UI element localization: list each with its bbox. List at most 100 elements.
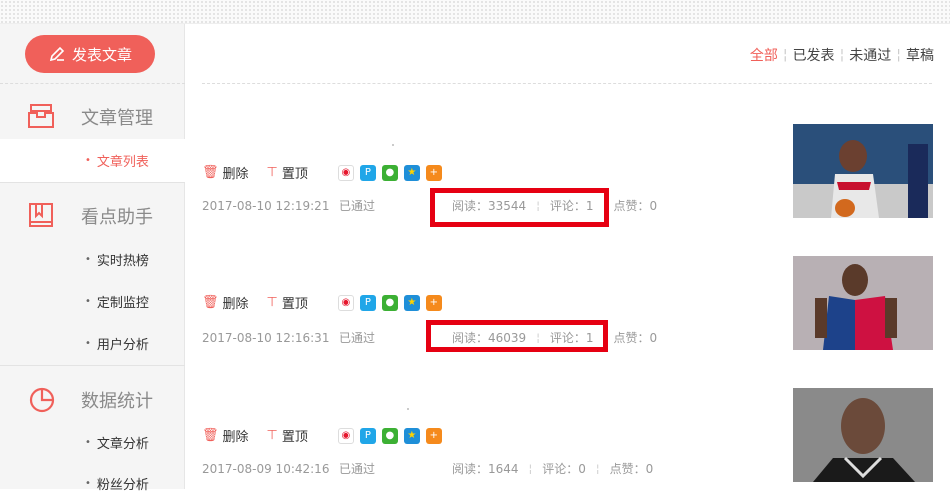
- section-title: 看点助手: [81, 207, 153, 228]
- article-date: 2017-08-10 12:19:21: [202, 198, 330, 213]
- article-actions: 🗑 删除 ⊤ 置顶 ◉ P ● ★ +: [202, 426, 448, 445]
- qq-icon[interactable]: ★: [403, 164, 420, 181]
- edit-pencil-icon: [49, 46, 65, 62]
- article-row: 🗑 删除 ⊤ 置顶 ◉ P ● ★ + 2017-08-09 10:42:16 …: [202, 388, 942, 500]
- share-icons: ◉ P ● ★ +: [337, 427, 448, 444]
- tab-draft[interactable]: 草稿: [906, 45, 934, 65]
- delete-label: 删除: [222, 167, 249, 182]
- article-meta: 2017-08-09 10:42:16 已通过 阅读：1644 ¦ 评论：0 ¦…: [202, 460, 653, 477]
- wechat-icon[interactable]: ●: [381, 294, 398, 311]
- weibo-icon[interactable]: ◉: [337, 427, 354, 444]
- section-title: 文章管理: [81, 108, 153, 129]
- inbox-icon: [28, 104, 54, 128]
- qq-zone-icon[interactable]: P: [359, 164, 376, 181]
- pin-button[interactable]: ⊤ 置顶: [267, 293, 308, 312]
- delete-button[interactable]: 🗑 删除: [202, 426, 249, 445]
- tab-separator: ¦: [896, 47, 901, 63]
- divider: [0, 182, 185, 183]
- separator-dot: [407, 408, 409, 410]
- pin-button[interactable]: ⊤ 置顶: [267, 163, 308, 182]
- sidebar-item-label: 文章列表: [96, 155, 149, 170]
- divider: [0, 83, 185, 84]
- read-count: 阅读：1644: [452, 462, 519, 476]
- article-row: 🗑 删除 ⊤ 置顶 ◉ P ● ★ + 2017-08-10 12:16:31 …: [202, 256, 942, 368]
- qq-icon[interactable]: ★: [403, 427, 420, 444]
- highlight-box: [430, 188, 609, 227]
- stat-separator: ¦: [528, 462, 533, 475]
- plus-icon[interactable]: +: [425, 294, 442, 311]
- tab-separator: ¦: [839, 47, 845, 63]
- article-thumbnail[interactable]: [793, 256, 933, 350]
- sidebar-item-label: 用户分析: [96, 337, 149, 353]
- sidebar-item-custom-monitor[interactable]: 定制监控: [0, 286, 185, 316]
- highlight-box: [426, 320, 608, 352]
- article-thumbnail[interactable]: [793, 388, 933, 482]
- sidebar-item-article-analysis[interactable]: 文章分析: [0, 427, 185, 457]
- sidebar-item-fan-analysis[interactable]: 粉丝分析: [0, 468, 185, 498]
- pin-label: 置顶: [281, 430, 308, 445]
- pin-top-icon: ⊤: [266, 295, 278, 310]
- plus-icon[interactable]: +: [425, 164, 442, 181]
- sidebar-item-hot-list[interactable]: 实时热榜: [0, 244, 185, 274]
- sidebar-item-label: 实时热榜: [96, 253, 149, 269]
- pin-top-icon: ⊤: [266, 165, 278, 180]
- sidebar-item-label: 文章分析: [96, 436, 149, 452]
- status-filter-tabs: 全部 ¦ 已发表 ¦ 未通过 ¦ 草稿: [750, 45, 934, 65]
- section-data-statistics[interactable]: 数据统计: [0, 380, 185, 420]
- weibo-icon[interactable]: ◉: [337, 294, 354, 311]
- wechat-icon[interactable]: ●: [381, 164, 398, 181]
- sidebar-item-article-list[interactable]: 文章列表: [0, 139, 185, 182]
- tab-published[interactable]: 已发表: [793, 45, 835, 65]
- sidebar: 发表文章 文章管理 文章列表 看点助手 实时热榜 定制监控 用户分析: [0, 24, 185, 493]
- article-date: 2017-08-09 10:42:16: [202, 461, 330, 476]
- pie-chart-icon: [29, 387, 55, 413]
- delete-label: 删除: [222, 297, 249, 312]
- tab-all[interactable]: 全部: [750, 45, 778, 65]
- tab-rejected[interactable]: 未通过: [849, 45, 891, 65]
- like-count: 点赞：0: [613, 199, 658, 213]
- comment-count: 评论：0: [542, 462, 586, 476]
- article-thumbnail[interactable]: [793, 124, 933, 218]
- sidebar-item-label: 粉丝分析: [96, 477, 149, 493]
- book-icon: [29, 203, 53, 227]
- top-dotted-banner: [0, 0, 950, 24]
- trash-icon: 🗑: [202, 428, 219, 443]
- article-status: 已通过: [339, 462, 376, 476]
- article-row: 🗑 删除 ⊤ 置顶 ◉ P ● ★ + 2017-08-10 12:19:21 …: [202, 124, 942, 236]
- pin-label: 置顶: [281, 167, 308, 182]
- sidebar-item-label: 定制监控: [96, 295, 149, 311]
- share-icons: ◉ P ● ★ +: [337, 164, 448, 181]
- publish-label: 发表文章: [71, 45, 132, 64]
- trash-icon: 🗑: [202, 295, 219, 310]
- publish-article-button[interactable]: 发表文章: [25, 35, 155, 73]
- section-article-management[interactable]: 文章管理: [0, 97, 185, 137]
- trash-icon: 🗑: [202, 165, 219, 180]
- plus-icon[interactable]: +: [425, 427, 442, 444]
- qq-zone-icon[interactable]: P: [359, 294, 376, 311]
- divider: [202, 83, 932, 84]
- separator-dot: [392, 144, 394, 146]
- weibo-icon[interactable]: ◉: [337, 164, 354, 181]
- tab-separator: ¦: [782, 47, 788, 63]
- sidebar-item-user-analysis[interactable]: 用户分析: [0, 328, 185, 358]
- like-count: 点赞：0: [613, 331, 658, 345]
- share-icons: ◉ P ● ★ +: [337, 294, 448, 311]
- pin-button[interactable]: ⊤ 置顶: [267, 426, 308, 445]
- wechat-icon[interactable]: ●: [381, 427, 398, 444]
- qq-zone-icon[interactable]: P: [359, 427, 376, 444]
- delete-label: 删除: [222, 430, 249, 445]
- delete-button[interactable]: 🗑 删除: [202, 163, 249, 182]
- article-actions: 🗑 删除 ⊤ 置顶 ◉ P ● ★ +: [202, 163, 448, 182]
- delete-button[interactable]: 🗑 删除: [202, 293, 249, 312]
- qq-icon[interactable]: ★: [403, 294, 420, 311]
- article-actions: 🗑 删除 ⊤ 置顶 ◉ P ● ★ +: [202, 293, 448, 312]
- pin-label: 置顶: [281, 297, 308, 312]
- section-title: 数据统计: [81, 391, 153, 412]
- section-insight-assistant[interactable]: 看点助手: [0, 196, 185, 236]
- article-date: 2017-08-10 12:16:31: [202, 330, 330, 345]
- pin-top-icon: ⊤: [266, 428, 278, 443]
- stat-separator: ¦: [595, 462, 600, 475]
- divider: [0, 365, 185, 366]
- like-count: 点赞：0: [609, 462, 654, 476]
- article-stats: 阅读：1644 ¦ 评论：0 ¦ 点赞：0: [452, 460, 653, 477]
